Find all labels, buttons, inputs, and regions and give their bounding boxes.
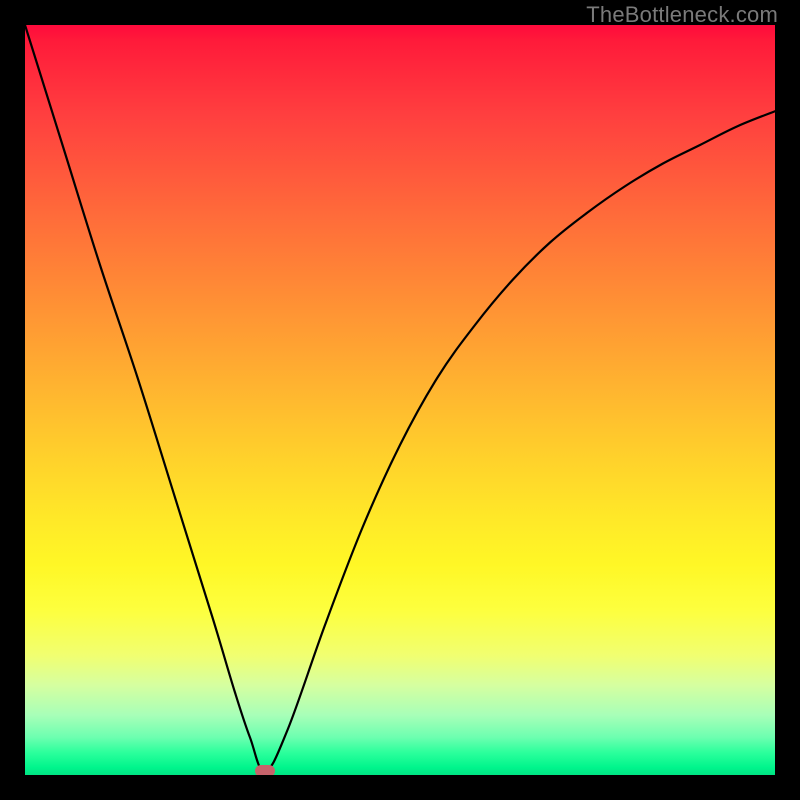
bottleneck-curve: [25, 25, 775, 771]
watermark-label: TheBottleneck.com: [586, 2, 778, 28]
curve-layer: [25, 25, 775, 775]
plot-area: [25, 25, 775, 775]
optimal-point-marker: [255, 765, 275, 775]
chart-frame: TheBottleneck.com: [0, 0, 800, 800]
